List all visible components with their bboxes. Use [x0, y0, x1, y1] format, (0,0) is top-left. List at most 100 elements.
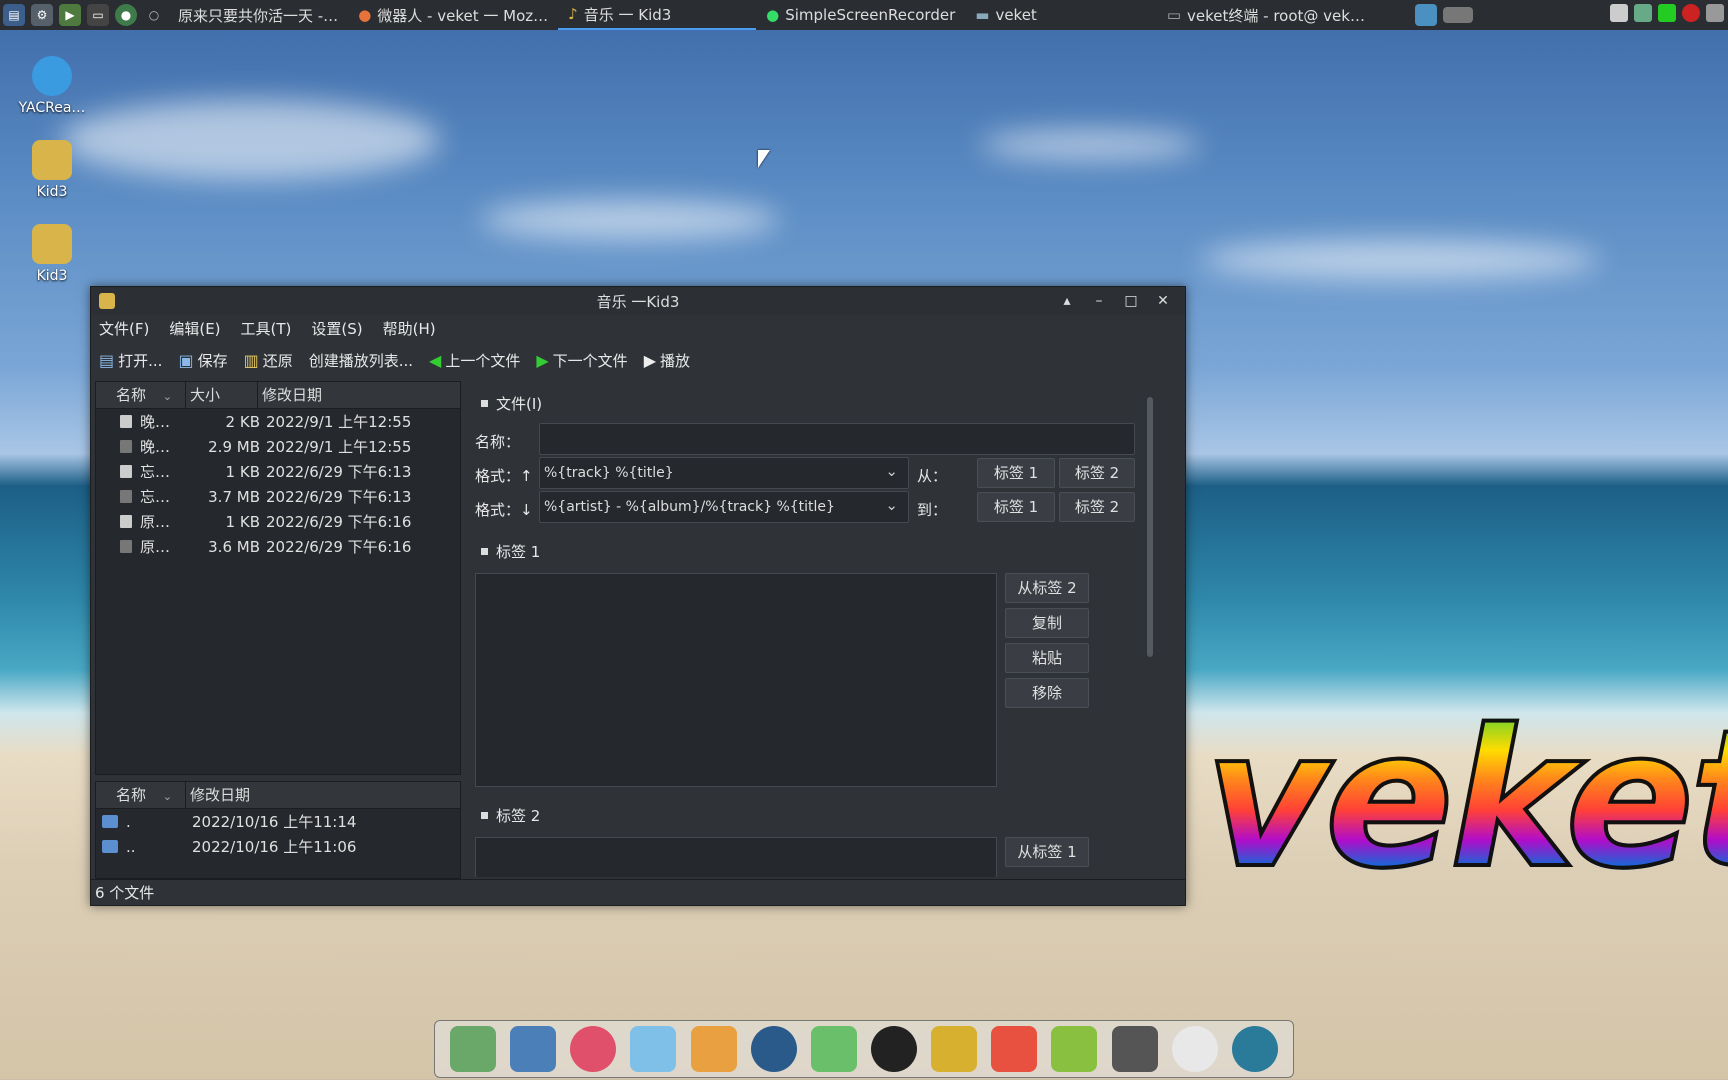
save-icon: ▣	[178, 350, 194, 370]
file-row[interactable]: 原… 1 KB 2022/6/29 下午6:16	[96, 509, 460, 534]
browser-icon[interactable]: ●	[115, 4, 137, 26]
dock-disc-icon[interactable]	[750, 1026, 797, 1072]
dock-pig-icon[interactable]	[570, 1026, 617, 1072]
file-row[interactable]: 原… 3.6 MB 2022/6/29 下午6:16	[96, 534, 460, 559]
dock-penguin-icon[interactable]	[871, 1026, 918, 1072]
task-item-active[interactable]: ♪ 音乐 一 Kid3	[558, 0, 757, 30]
network-icon[interactable]	[1634, 4, 1652, 22]
desktop-icon[interactable]	[1414, 4, 1437, 26]
audio-file-icon	[120, 440, 132, 453]
file-list[interactable]: 名称 ⌄ 大小 修改日期 晚… 2 KB 2022/9/1 上午12:55 晚… 2.…	[95, 381, 461, 775]
alert-icon[interactable]	[1682, 4, 1700, 22]
file-row[interactable]: 忘… 1 KB 2022/6/29 下午6:13	[96, 459, 460, 484]
menu-help[interactable]: 帮助(H)	[383, 318, 436, 339]
dock-settings-icon[interactable]	[1171, 1026, 1218, 1072]
format-down-combo[interactable]: %{artist} - %{album}/%{track} %{title}	[539, 490, 909, 523]
tag1-table[interactable]	[475, 573, 997, 787]
cloud	[980, 130, 1200, 160]
cloud	[60, 100, 440, 180]
menu-settings[interactable]: 设置(S)	[311, 318, 362, 339]
column-size[interactable]: 大小	[186, 382, 258, 408]
taskbar: ▤ ⚙ ▶ ▭ ● ○ 原来只要共你活一天 -… ● 微器人 - veket 一 …	[0, 0, 1728, 30]
dock-drive-icon[interactable]	[1111, 1026, 1158, 1072]
dock-monitor-icon[interactable]	[510, 1026, 557, 1072]
task-item[interactable]: 原来只要共你活一天 -…	[168, 0, 348, 30]
system-tray	[1610, 4, 1724, 22]
from-tag2-copy-button[interactable]: 从标签 2	[1005, 573, 1089, 603]
statusbar: 6 个文件	[91, 879, 1185, 905]
directory-list[interactable]: 名称 ⌄ 修改日期 . 2022/10/16 上午11:14 .. 2022/10/…	[95, 781, 461, 879]
dock-help-icon[interactable]	[1051, 1026, 1098, 1072]
paste-button[interactable]: 粘贴	[1005, 643, 1089, 673]
file-count: 6 个文件	[95, 884, 155, 902]
minimize-icon[interactable]: –	[1083, 287, 1115, 315]
tag1-section-header[interactable]: 标签 1	[481, 541, 540, 562]
sort-chevron-icon: ⌄	[162, 790, 173, 803]
column-name[interactable]: 名称 ⌄	[96, 382, 186, 408]
close-icon[interactable]: ✕	[1147, 287, 1179, 315]
dir-row[interactable]: . 2022/10/16 上午11:14	[96, 809, 460, 834]
to-tag1-button[interactable]: 标签 1	[977, 492, 1055, 522]
column-date[interactable]: 修改日期	[258, 382, 458, 408]
record-icon[interactable]: ○	[143, 4, 165, 26]
dock-paint-icon[interactable]	[690, 1026, 737, 1072]
from-tag1-button[interactable]: 标签 1	[977, 458, 1055, 488]
copy-button[interactable]: 复制	[1005, 608, 1089, 638]
chat-bubble-icon	[32, 56, 72, 96]
desktop-icon-yacreader[interactable]: YACRea…	[10, 56, 94, 116]
from-tag1-copy-button[interactable]: 从标签 1	[1005, 837, 1089, 867]
window-titlebar[interactable]: 音乐 一Kid3 ▴ – □ ✕	[91, 287, 1185, 315]
column-date[interactable]: 修改日期	[186, 782, 456, 808]
kid3-icon: ♪	[568, 5, 578, 23]
open-button[interactable]: ▤ 打开...	[99, 350, 162, 371]
recorder-icon: ●	[766, 6, 780, 24]
play-button[interactable]: ▶ 播放	[644, 350, 690, 371]
create-playlist-button[interactable]: 创建播放列表...	[309, 350, 413, 371]
clipboard-icon[interactable]	[1610, 4, 1628, 22]
file-row[interactable]: 晚… 2.9 MB 2022/9/1 上午12:55	[96, 434, 460, 459]
app-menu-icon[interactable]: ▤	[3, 4, 25, 26]
maximize-icon[interactable]: □	[1115, 287, 1147, 315]
audio-file-icon	[120, 490, 132, 503]
format-up-combo[interactable]: %{track} %{title}	[539, 456, 909, 489]
to-label: 到：	[917, 501, 948, 519]
file-row[interactable]: 晚… 2 KB 2022/9/1 上午12:55	[96, 409, 460, 434]
save-button[interactable]: ▣ 保存	[178, 350, 227, 371]
dock-chart-icon[interactable]	[991, 1026, 1038, 1072]
desktop-icon-kid3[interactable]: Kid3	[10, 140, 94, 200]
settings-icon[interactable]: ⚙	[31, 4, 53, 26]
terminal-icon[interactable]: ▭	[87, 4, 109, 26]
task-item[interactable]: ▭ veket终端 - root@ vek…	[1157, 0, 1375, 30]
task-item[interactable]: ● SimpleScreenRecorder	[756, 0, 965, 30]
to-tag2-button[interactable]: 标签 2	[1059, 492, 1135, 522]
filename-input[interactable]	[539, 423, 1135, 455]
remove-button[interactable]: 移除	[1005, 678, 1089, 708]
workspace-icon[interactable]	[1442, 7, 1473, 23]
shade-icon[interactable]: ▴	[1051, 287, 1083, 315]
menu-tools[interactable]: 工具(T)	[241, 318, 292, 339]
file-section-header[interactable]: 文件(I)	[481, 393, 542, 414]
previous-file-button[interactable]: ◀ 上一个文件	[429, 350, 520, 371]
run-icon[interactable]: ▶	[59, 4, 81, 26]
dock-door-icon[interactable]	[931, 1026, 978, 1072]
keyboard-icon[interactable]	[1706, 4, 1724, 22]
task-item[interactable]: ● 微器人 - veket 一 Moz…	[348, 0, 558, 30]
menu-file[interactable]: 文件(F)	[99, 318, 149, 339]
file-row[interactable]: 忘… 3.7 MB 2022/6/29 下午6:13	[96, 484, 460, 509]
desktop-icon-kid3[interactable]: Kid3	[10, 224, 94, 284]
task-item[interactable]: ▬ veket	[965, 0, 1047, 30]
tag2-table[interactable]	[475, 837, 997, 877]
dir-row[interactable]: .. 2022/10/16 上午11:06	[96, 834, 460, 859]
from-tag2-button[interactable]: 标签 2	[1059, 458, 1135, 488]
tag2-section-header[interactable]: 标签 2	[481, 805, 540, 826]
dock-people-icon[interactable]	[810, 1026, 857, 1072]
menu-edit[interactable]: 编辑(E)	[169, 318, 220, 339]
revert-button[interactable]: ▥ 还原	[244, 350, 293, 371]
dock-browser-icon[interactable]	[1231, 1026, 1278, 1072]
next-file-button[interactable]: ▶ 下一个文件	[536, 350, 627, 371]
dock-editor-icon[interactable]	[630, 1026, 677, 1072]
column-name[interactable]: 名称 ⌄	[96, 782, 186, 808]
scrollbar-handle[interactable]	[1147, 397, 1153, 657]
dock-files-icon[interactable]	[450, 1026, 497, 1072]
status-icon[interactable]	[1658, 4, 1676, 22]
